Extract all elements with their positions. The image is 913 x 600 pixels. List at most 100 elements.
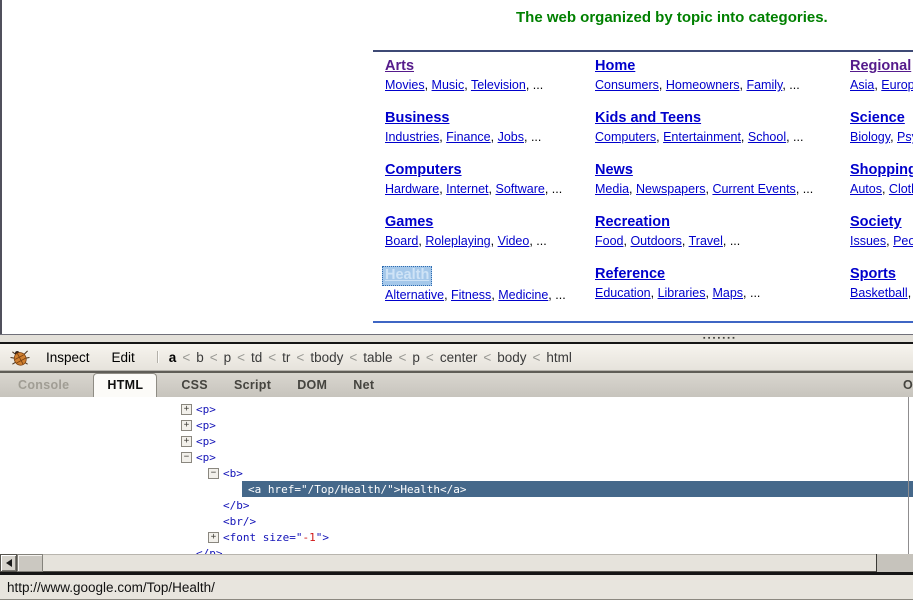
subcategory-line: Computers, Entertainment, School, ... — [595, 130, 850, 145]
breadcrumb-item-p[interactable]: p — [412, 350, 420, 365]
tree-node-row[interactable]: <a href="/Top/Health/">Health</a> — [242, 481, 913, 497]
tab-script[interactable]: Script — [232, 374, 273, 397]
subcategory-link-internet[interactable]: Internet — [446, 182, 488, 196]
breadcrumb-item-body[interactable]: body — [497, 350, 526, 365]
category-link-computers[interactable]: Computers — [385, 162, 462, 180]
subcategory-link-entertainment[interactable]: Entertainment — [663, 130, 741, 144]
subcategory-link-finance[interactable]: Finance — [446, 130, 490, 144]
tab-net[interactable]: Net — [351, 374, 376, 397]
subcategory-link-asia[interactable]: Asia — [850, 78, 874, 92]
breadcrumb-item-p[interactable]: p — [224, 350, 232, 365]
subcategory-link-current-events[interactable]: Current Events — [712, 182, 795, 196]
subcategory-link-libraries[interactable]: Libraries — [658, 286, 706, 300]
tree-node-row[interactable]: + <font size=" -1 "> — [208, 529, 913, 545]
breadcrumb-item-b[interactable]: b — [196, 350, 204, 365]
breadcrumb-item-html[interactable]: html — [546, 350, 572, 365]
subcategory-link-europe[interactable]: Europe — [881, 78, 913, 92]
subcategory-link-video[interactable]: Video — [498, 234, 530, 248]
subcategory-link-music[interactable]: Music — [432, 78, 465, 92]
tree-node-row[interactable]: − <b> — [208, 465, 913, 481]
tab-console[interactable]: Console — [16, 374, 71, 397]
tab-css[interactable]: CSS — [179, 374, 210, 397]
breadcrumb-item-tbody[interactable]: tbody — [310, 350, 343, 365]
tree-node-row[interactable]: <br/> — [208, 513, 913, 529]
category-link-health[interactable]: Health — [382, 266, 433, 286]
tree-node-row[interactable]: </p> — [181, 545, 913, 555]
scrollbar-track[interactable] — [43, 554, 876, 572]
category-link-news[interactable]: News — [595, 162, 633, 180]
subcategory-link-medicine[interactable]: Medicine — [498, 288, 548, 302]
tree-node-row[interactable]: + <p> — [181, 417, 913, 433]
breadcrumb-item-table[interactable]: table — [363, 350, 392, 365]
subcategory-link-movies[interactable]: Movies — [385, 78, 425, 92]
tree-node-row[interactable]: − <p> — [181, 449, 913, 465]
subcategory-link-family[interactable]: Family — [746, 78, 782, 92]
toolbar-separator — [156, 351, 159, 363]
subcategory-link-education[interactable]: Education — [595, 286, 651, 300]
expand-toggle[interactable]: + — [208, 531, 219, 543]
category-link-recreation[interactable]: Recreation — [595, 214, 670, 232]
subcategory-link-newspapers[interactable]: Newspapers — [636, 182, 705, 196]
expand-toggle[interactable]: + — [181, 419, 192, 431]
subcategory-link-people[interactable]: People — [893, 234, 913, 248]
category-link-shopping[interactable]: Shopping — [850, 162, 913, 180]
subcategory-line: Hardware, Internet, Software, ... — [385, 182, 595, 197]
scrollbar-thumb[interactable] — [17, 554, 43, 572]
subcategory-link-maps[interactable]: Maps — [712, 286, 743, 300]
tab-dom[interactable]: DOM — [295, 374, 329, 397]
category-link-regional[interactable]: Regional — [850, 58, 911, 76]
subcategory-link-homeowners[interactable]: Homeowners — [666, 78, 740, 92]
subcategory-link-television[interactable]: Television — [471, 78, 526, 92]
breadcrumb-item-a[interactable]: a — [169, 350, 177, 365]
subcategory-link-clothing[interactable]: Clothing — [889, 182, 913, 196]
subcategory-link-alternative[interactable]: Alternative — [385, 288, 444, 302]
category-link-reference[interactable]: Reference — [595, 266, 665, 284]
tree-node-row[interactable]: + <p> — [181, 401, 913, 417]
subcategory-link-industries[interactable]: Industries — [385, 130, 439, 144]
category-link-business[interactable]: Business — [385, 110, 449, 128]
tab-html[interactable]: HTML — [93, 373, 158, 397]
expand-toggle[interactable]: + — [181, 435, 192, 447]
subcategory-link-roleplaying[interactable]: Roleplaying — [425, 234, 490, 248]
subcategory-link-fitness[interactable]: Fitness — [451, 288, 491, 302]
subcategory-line: Alternative, Fitness, Medicine, ... — [385, 288, 595, 303]
expand-toggle[interactable]: − — [181, 451, 192, 463]
subcategory-link-issues[interactable]: Issues — [850, 234, 886, 248]
tree-node-row[interactable]: </b> — [208, 497, 913, 513]
subcategory-link-consumers[interactable]: Consumers — [595, 78, 659, 92]
subcategory-link-outdoors[interactable]: Outdoors — [630, 234, 681, 248]
horizontal-scrollbar[interactable] — [0, 554, 913, 572]
subcategory-link-media[interactable]: Media — [595, 182, 629, 196]
firebug-logo-icon[interactable] — [8, 348, 32, 367]
options-menu-button[interactable]: Options — [903, 378, 913, 392]
expand-toggle[interactable]: − — [208, 467, 219, 479]
subcategory-link-jobs[interactable]: Jobs — [498, 130, 524, 144]
subcategory-link-biology[interactable]: Biology — [850, 130, 890, 144]
subcategory-link-computers[interactable]: Computers — [595, 130, 656, 144]
edit-button[interactable]: Edit — [112, 350, 135, 365]
subcategory-link-hardware[interactable]: Hardware — [385, 182, 439, 196]
category-link-kids-and-teens[interactable]: Kids and Teens — [595, 110, 701, 128]
subcategory-link-school[interactable]: School — [748, 130, 786, 144]
category-link-science[interactable]: Science — [850, 110, 905, 128]
subcategory-link-psychology[interactable]: Psychology — [897, 130, 913, 144]
subcategory-link-travel[interactable]: Travel — [689, 234, 723, 248]
subcategory-link-software[interactable]: Software — [495, 182, 544, 196]
scroll-left-button[interactable] — [0, 554, 17, 572]
firebug-resize-splitter[interactable]: ▪▪▪▪▪▪▪ — [0, 334, 913, 342]
tree-node-row[interactable]: + <p> — [181, 433, 913, 449]
category-link-games[interactable]: Games — [385, 214, 433, 232]
category-link-sports[interactable]: Sports — [850, 266, 896, 284]
expand-toggle[interactable]: + — [181, 403, 192, 415]
subcategory-link-board[interactable]: Board — [385, 234, 418, 248]
subcategory-link-autos[interactable]: Autos — [850, 182, 882, 196]
subcategory-link-food[interactable]: Food — [595, 234, 624, 248]
breadcrumb-item-tr[interactable]: tr — [282, 350, 290, 365]
category-link-home[interactable]: Home — [595, 58, 635, 76]
subcategory-link-basketball[interactable]: Basketball — [850, 286, 908, 300]
category-link-society[interactable]: Society — [850, 214, 902, 232]
inspect-button[interactable]: Inspect — [46, 350, 90, 365]
breadcrumb-item-center[interactable]: center — [440, 350, 478, 365]
category-link-arts[interactable]: Arts — [385, 58, 414, 76]
breadcrumb-item-td[interactable]: td — [251, 350, 262, 365]
